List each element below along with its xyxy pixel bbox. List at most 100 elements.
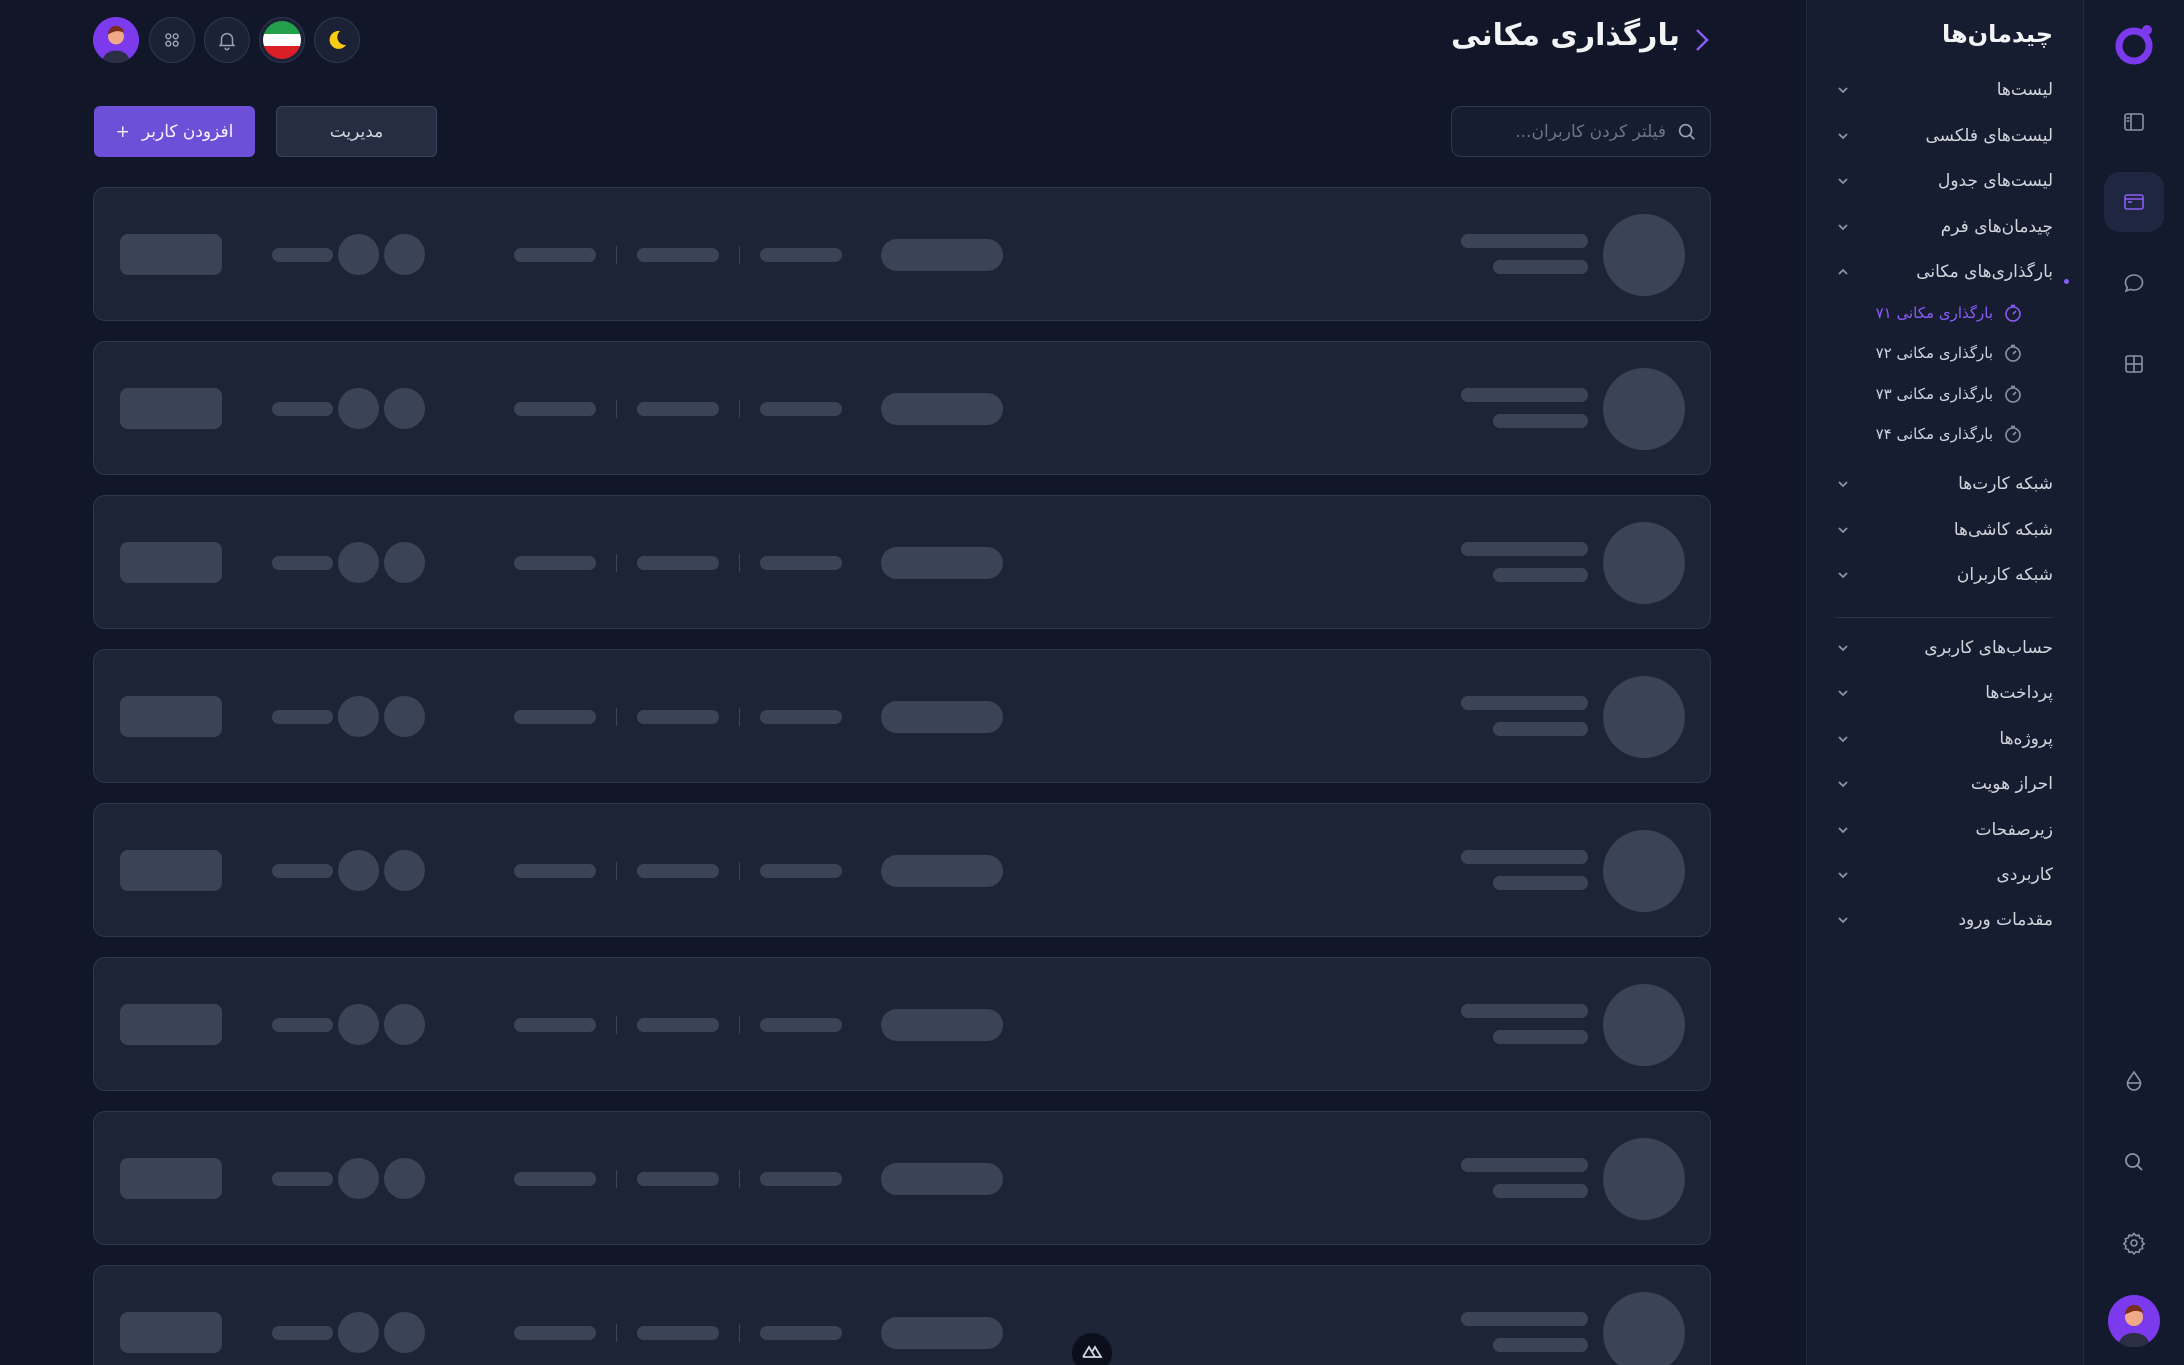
nav-item-user-grids[interactable]: شبکه کاربران [1835,555,2053,595]
chevron-down-icon [1835,476,1851,492]
sub-item-label: بارگذاری مکانی ۷۱ [1875,304,1993,322]
user-avatar[interactable] [2108,1295,2160,1347]
placeload-row [93,341,1711,475]
nav-item-subpages[interactable]: زیرصفحات [1835,810,2053,850]
logo-icon[interactable] [2104,14,2164,74]
theme-toggle-button[interactable] [314,17,360,63]
notifications-button[interactable] [204,17,250,63]
placeload-line [1461,542,1588,556]
gear-icon[interactable] [2104,1213,2164,1273]
divider [616,862,617,880]
search-input[interactable] [1447,121,1666,142]
nav-item-label: شبکه کاشی‌ها [1953,520,2053,540]
chevron-down-icon [1835,731,1851,747]
placeload-line [1493,1184,1588,1198]
sub-item-label: بارگذاری مکانی ۷۴ [1875,425,1993,443]
chevron-right-icon[interactable] [1691,24,1713,56]
placeload-list [93,187,1711,1365]
sub-item-placeload-v2[interactable]: بارگذاری مکانی ۷۲ [1863,336,2023,370]
placeload-line [272,710,333,724]
nav-item-card-grids[interactable]: شبکه کارت‌ها [1835,464,2053,504]
placeload-button [120,1158,222,1199]
stopwatch-icon [2003,424,2023,444]
drop-icon[interactable] [2104,1051,2164,1111]
placeload-line [514,248,596,262]
placeload-circle [338,1004,379,1045]
divider [739,862,740,880]
grid-icon[interactable] [2104,334,2164,394]
user-avatar[interactable] [93,17,139,63]
stopwatch-icon [2003,303,2023,323]
placeload-avatar [1603,368,1685,450]
placeload-avatar [1603,984,1685,1066]
chevron-down-icon [1835,640,1851,656]
apps-button[interactable] [149,17,195,63]
chevron-down-icon [1835,912,1851,928]
divider [616,1324,617,1342]
placeload-line [760,710,842,724]
nav-item-label: پروژه‌ها [1999,729,2053,749]
sub-item-placeload-v1[interactable]: بارگذاری مکانی ۷۱ [1863,296,2023,330]
manage-button[interactable]: مدیریت [276,106,437,157]
placeload-line [760,402,842,416]
nav-item-tile-grids[interactable]: شبکه کاشی‌ها [1835,510,2053,550]
search-icon [1676,121,1698,143]
placeload-row [93,803,1711,937]
chevron-down-icon [1835,128,1851,144]
placeload-line [637,248,719,262]
layout-sidebar-icon[interactable] [2104,92,2164,152]
placeload-pill [881,1009,1003,1041]
nuxt-devtools-button[interactable] [1072,1333,1112,1365]
divider [739,400,740,418]
placeload-circle [384,696,425,737]
nav-item-onboarding[interactable]: مقدمات ورود [1835,900,2053,940]
window-icon[interactable] [2104,172,2164,232]
chevron-up-icon [1835,264,1851,280]
placeload-pill [881,1317,1003,1349]
placeload-line [272,1018,333,1032]
divider [739,246,740,264]
placeload-line [272,864,333,878]
search-icon[interactable] [2104,1132,2164,1192]
bell-icon [216,29,238,51]
placeload-avatar [1603,214,1685,296]
chat-bubble-icon[interactable] [2104,253,2164,313]
nav-item-label: مقدمات ورود [1958,910,2053,930]
chevron-down-icon [1835,776,1851,792]
nav-item-placeloads[interactable]: بارگذاری‌های مکانی [1835,252,2069,292]
sub-item-placeload-v3[interactable]: بارگذاری مکانی ۷۳ [1863,377,2023,411]
placeload-line [1493,1338,1588,1352]
chevron-down-icon [1835,822,1851,838]
stopwatch-icon [2003,384,2023,404]
nav-item-projects[interactable]: پروژه‌ها [1835,719,2053,759]
placeload-line [1493,568,1588,582]
sub-item-placeload-v4[interactable]: بارگذاری مکانی ۷۴ [1863,417,2023,451]
nav-item-flex-lists[interactable]: لیست‌های فلکسی [1835,116,2053,156]
placeload-circle [338,542,379,583]
nav-item-label: شبکه کاربران [1956,565,2053,585]
placeload-line [1461,696,1588,710]
nav-item-form-layouts[interactable]: چیدمان‌های فرم [1835,207,2053,247]
placeload-row [93,495,1711,629]
placeload-circle [384,388,425,429]
iran-flag-icon [263,21,301,59]
nav-item-lists[interactable]: لیست‌ها [1835,70,2053,110]
divider [616,246,617,264]
nav-item-label: پرداخت‌ها [1985,683,2053,703]
chevron-down-icon [1835,82,1851,98]
divider [739,708,740,726]
placeload-row [93,1265,1711,1365]
placeload-line [1461,1004,1588,1018]
plus-icon: + [115,121,130,142]
nav-item-payments[interactable]: پرداخت‌ها [1835,673,2053,713]
language-button[interactable] [259,17,305,63]
placeload-pill [881,547,1003,579]
nav-item-accounts[interactable]: حساب‌های کاربری [1835,628,2053,668]
add-user-button[interactable]: افزودن کاربر + [94,106,255,157]
nav-item-authentication[interactable]: احراز هویت [1835,764,2053,804]
placeload-circle [338,696,379,737]
placeload-line [1461,1158,1588,1172]
placeload-row [93,1111,1711,1245]
nav-item-utility[interactable]: کاربردی [1835,855,2053,895]
nav-item-table-lists[interactable]: لیست‌های جدول [1835,161,2053,201]
